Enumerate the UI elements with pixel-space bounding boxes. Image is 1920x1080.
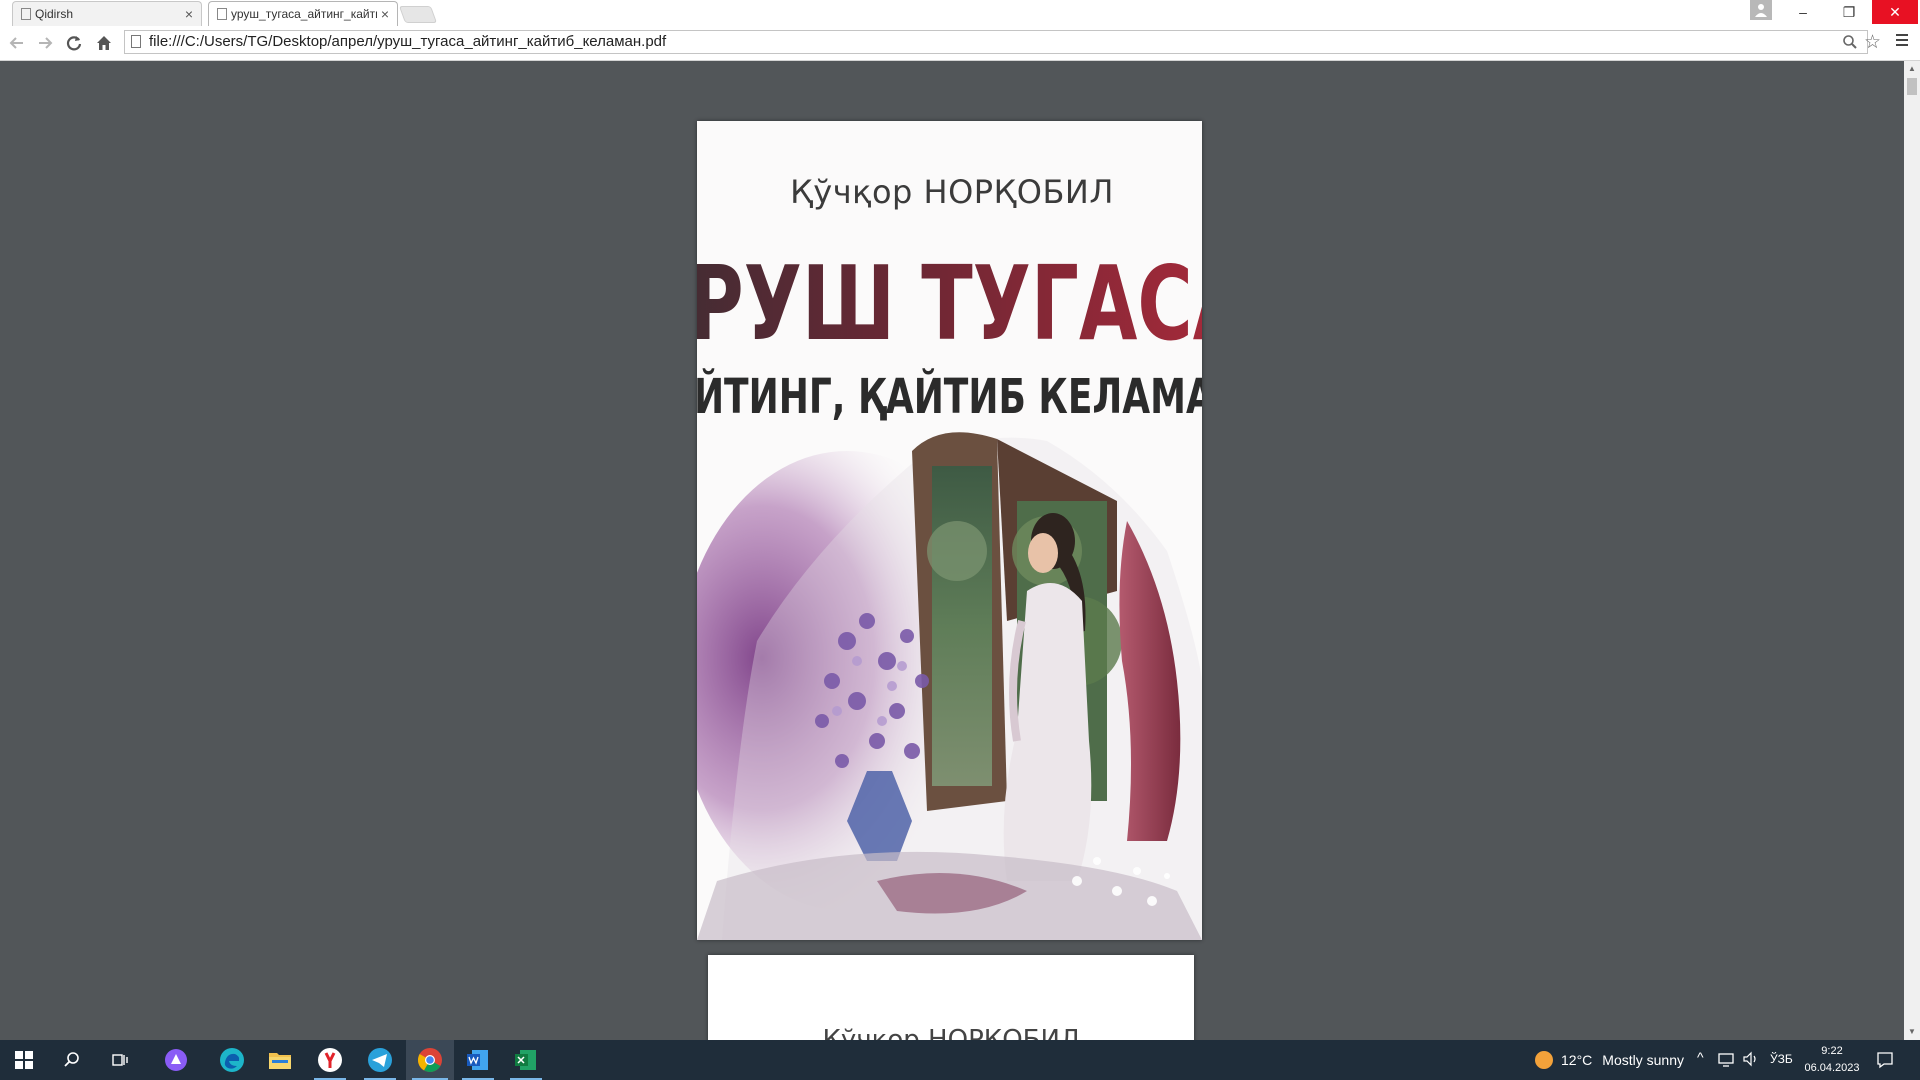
cortana-icon bbox=[165, 1049, 187, 1071]
notifications-icon[interactable] bbox=[1876, 1051, 1894, 1074]
clock[interactable]: 9:22 06.04.2023 bbox=[1800, 1043, 1864, 1077]
windows-taskbar: 12°C Mostly sunny ^ ЎЗБ 9:22 06.04.2023 bbox=[0, 1040, 1920, 1080]
url-text: file:///C:/Users/TG/Desktop/апрел/уруш_т… bbox=[149, 33, 667, 50]
svg-text:УРУШ ТУГАСА,: УРУШ ТУГАСА, bbox=[697, 244, 1202, 364]
telegram-icon bbox=[368, 1048, 392, 1072]
tab-title: уруш_тугаса_айтинг_кайтиб_келаман.pdf bbox=[231, 7, 377, 21]
task-view-button[interactable] bbox=[96, 1040, 144, 1080]
excel-button[interactable] bbox=[502, 1040, 550, 1080]
back-button[interactable] bbox=[6, 32, 28, 54]
cortana-button[interactable] bbox=[152, 1040, 200, 1080]
reload-button[interactable] bbox=[63, 32, 85, 54]
tab-pdf[interactable]: уруш_тугаса_айтинг_кайтиб_келаман.pdf × bbox=[208, 1, 398, 26]
home-icon bbox=[97, 36, 111, 50]
weather-widget[interactable]: 12°C Mostly sunny bbox=[1535, 1050, 1684, 1070]
svg-text:АЙТИНГ, ҚАЙТИБ КЕЛАМАН: АЙТИНГ, ҚАЙТИБ КЕЛАМАН bbox=[697, 368, 1202, 426]
file-explorer-button[interactable] bbox=[256, 1040, 304, 1080]
svg-text:Қўчқор НОРҚОБИЛ: Қўчқор НОРҚОБИЛ bbox=[790, 173, 1114, 211]
back-arrow-icon bbox=[9, 37, 23, 49]
close-tab-icon[interactable]: × bbox=[181, 6, 197, 22]
scroll-down-icon[interactable]: ▼ bbox=[1904, 1025, 1920, 1039]
show-hidden-icons-chevron-icon[interactable]: ^ bbox=[1697, 1049, 1704, 1065]
clock-time: 9:22 bbox=[1821, 1045, 1843, 1057]
task-view-icon bbox=[112, 1054, 128, 1066]
restore-button[interactable]: ❐ bbox=[1826, 0, 1872, 24]
close-window-button[interactable]: ✕ bbox=[1872, 0, 1918, 24]
weather-temp: 12°C bbox=[1561, 1052, 1593, 1068]
edge-button[interactable] bbox=[208, 1040, 256, 1080]
profile-icon[interactable] bbox=[1750, 0, 1772, 20]
address-bar[interactable]: file:///C:/Users/TG/Desktop/апрел/уруш_т… bbox=[124, 30, 1868, 54]
close-tab-icon[interactable]: × bbox=[377, 6, 393, 22]
scroll-up-icon[interactable]: ▲ bbox=[1904, 62, 1920, 76]
page-icon bbox=[21, 8, 31, 20]
volume-icon[interactable] bbox=[1742, 1051, 1760, 1072]
book-cover-illustration: Қўчқор НОРҚОБИЛ УРУШ ТУГАСА, АЙТИНГ, ҚАЙ… bbox=[697, 121, 1202, 940]
bookmark-star-icon[interactable]: ☆ bbox=[1864, 31, 1881, 54]
menu-icon[interactable] bbox=[1894, 31, 1910, 54]
weather-sun-icon bbox=[1535, 1051, 1553, 1069]
browser-toolbar: file:///C:/Users/TG/Desktop/апрел/уруш_т… bbox=[0, 26, 1920, 61]
clock-date: 06.04.2023 bbox=[1804, 1062, 1860, 1074]
pdf-page-1: Қўчқор НОРҚОБИЛ УРУШ ТУГАСА, АЙТИНГ, ҚАЙ… bbox=[697, 121, 1202, 940]
search-icon bbox=[64, 1052, 79, 1067]
tab-qidirsh[interactable]: Qidirsh × bbox=[12, 1, 202, 26]
pdf-page-2: Қўчқор НОРҚОБИЛ bbox=[708, 955, 1194, 1045]
home-button[interactable] bbox=[93, 32, 115, 54]
forward-button[interactable] bbox=[34, 32, 56, 54]
excel-icon bbox=[515, 1050, 536, 1070]
chrome-icon bbox=[417, 1048, 442, 1073]
file-explorer-icon bbox=[269, 1053, 291, 1069]
zoom-icon[interactable] bbox=[1842, 34, 1858, 54]
yandex-button[interactable] bbox=[306, 1040, 354, 1080]
word-button[interactable] bbox=[454, 1040, 502, 1080]
telegram-button[interactable] bbox=[356, 1040, 404, 1080]
edge-icon bbox=[220, 1048, 244, 1072]
vertical-scrollbar[interactable] bbox=[1904, 61, 1920, 1040]
windows-logo-icon bbox=[15, 1051, 33, 1069]
start-button[interactable] bbox=[0, 1040, 48, 1080]
minimize-button[interactable]: – bbox=[1780, 0, 1826, 24]
page-icon bbox=[217, 8, 227, 20]
tab-title: Qidirsh bbox=[35, 7, 74, 21]
scrollbar-thumb[interactable] bbox=[1907, 78, 1917, 95]
forward-arrow-icon bbox=[39, 37, 53, 49]
weather-desc: Mostly sunny bbox=[1602, 1052, 1684, 1068]
chrome-button[interactable] bbox=[406, 1040, 454, 1080]
word-icon bbox=[467, 1050, 488, 1070]
new-tab-button[interactable] bbox=[398, 6, 438, 23]
language-indicator[interactable]: ЎЗБ bbox=[1770, 1052, 1793, 1066]
page-icon bbox=[131, 35, 141, 48]
search-button[interactable] bbox=[48, 1040, 96, 1080]
reload-icon bbox=[66, 36, 82, 51]
network-icon[interactable] bbox=[1718, 1052, 1736, 1073]
yandex-icon bbox=[318, 1048, 342, 1072]
tab-strip: Qidirsh × уруш_тугаса_айтинг_кайтиб_кела… bbox=[0, 0, 1920, 26]
